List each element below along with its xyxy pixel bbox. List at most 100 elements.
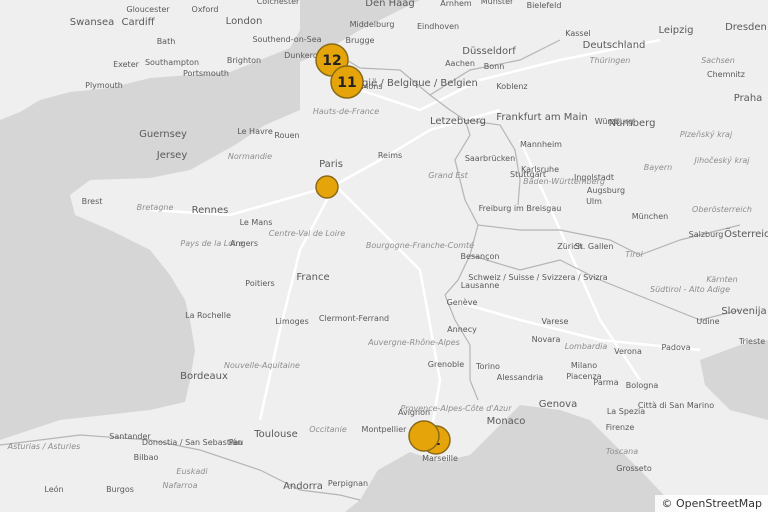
place-label: Plzeňský kraj bbox=[680, 130, 733, 139]
place-label: France bbox=[296, 272, 329, 283]
place-label: London bbox=[226, 16, 263, 27]
place-label: Chemnitz bbox=[707, 70, 745, 79]
place-label: Centre-Val de Loire bbox=[269, 229, 346, 238]
place-label: Baden-Württemberg bbox=[523, 177, 605, 186]
place-label: Gloucester bbox=[126, 5, 170, 14]
place-label: Bordeaux bbox=[180, 371, 228, 382]
place-label: Eindhoven bbox=[417, 22, 459, 31]
place-label: Angers bbox=[230, 239, 258, 248]
place-label: Nürnberg bbox=[609, 118, 656, 129]
place-label: Parma bbox=[593, 378, 618, 387]
place-label: Tirol bbox=[625, 250, 643, 259]
place-label: Padova bbox=[662, 343, 691, 352]
place-label: Clermont-Ferrand bbox=[319, 314, 389, 323]
place-label: Bath bbox=[157, 37, 176, 46]
place-label: Pau bbox=[229, 438, 243, 447]
place-label: Trieste bbox=[738, 337, 765, 346]
place-label: Southend-on-Sea bbox=[252, 35, 321, 44]
place-label: Ulm bbox=[586, 197, 602, 206]
place-label: Brest bbox=[82, 197, 103, 206]
place-label: Exeter bbox=[113, 60, 140, 69]
cluster-marker[interactable]: 11 bbox=[330, 65, 364, 99]
place-label: Grand Est bbox=[428, 171, 468, 180]
place-label: Monaco bbox=[487, 416, 526, 427]
place-label: Middelburg bbox=[350, 20, 395, 29]
place-label: Österreich bbox=[724, 227, 768, 240]
place-label: Salzburg bbox=[689, 230, 724, 239]
place-label: Burgos bbox=[106, 485, 134, 494]
marker-circle bbox=[408, 420, 440, 452]
place-label: Mannheim bbox=[520, 140, 562, 149]
copyright-symbol: © bbox=[661, 497, 673, 510]
place-label: Kassel bbox=[565, 29, 591, 38]
place-label: Provence-Alpes-Côte d'Azur bbox=[400, 403, 512, 413]
place-label: Jihočeský kraj bbox=[693, 155, 751, 165]
place-label: Torino bbox=[475, 362, 500, 371]
place-label: Grosseto bbox=[616, 464, 652, 473]
place-label: Bourgogne-Franche-Comté bbox=[366, 240, 474, 250]
place-label: Leipzig bbox=[658, 25, 693, 36]
place-label: Nouvelle-Aquitaine bbox=[224, 361, 300, 370]
place-label: Swansea bbox=[70, 17, 114, 28]
place-label: Andorra bbox=[283, 481, 323, 492]
place-label: Colchester bbox=[257, 0, 300, 6]
place-label: Perpignan bbox=[328, 479, 368, 488]
place-label: Augsburg bbox=[587, 186, 625, 195]
place-label: Southampton bbox=[145, 58, 199, 67]
place-label: Mons bbox=[361, 82, 382, 91]
place-label: Toscana bbox=[606, 447, 638, 456]
place-label: Toulouse bbox=[253, 429, 297, 440]
place-label: Besançon bbox=[461, 252, 500, 261]
place-label: Udine bbox=[696, 317, 719, 326]
point-marker[interactable] bbox=[315, 175, 339, 199]
place-label: Poitiers bbox=[245, 279, 274, 288]
marker-count: 12 bbox=[322, 53, 341, 69]
place-label: Freiburg im Breisgau bbox=[479, 204, 562, 213]
place-label: Auvergne-Rhône-Alpes bbox=[367, 337, 460, 347]
place-label: Kärnten bbox=[706, 275, 737, 284]
point-marker[interactable] bbox=[408, 420, 440, 452]
place-label: Nafarroa bbox=[163, 481, 198, 490]
place-label: Genève bbox=[447, 297, 478, 307]
place-label: Donostia / San Sebastián bbox=[142, 438, 242, 447]
place-label: Milano bbox=[571, 361, 597, 370]
place-label: Bilbao bbox=[134, 453, 159, 462]
place-label: München bbox=[632, 212, 669, 221]
place-label: Paris bbox=[319, 159, 343, 170]
place-label: Euskadi bbox=[176, 467, 208, 476]
place-label: Portsmouth bbox=[183, 69, 229, 78]
place-label: La Rochelle bbox=[185, 311, 231, 320]
place-label: Montpellier bbox=[362, 425, 408, 434]
place-label: Jersey bbox=[156, 150, 188, 161]
place-label: Le Mans bbox=[240, 218, 273, 227]
place-label: Cardiff bbox=[121, 17, 155, 28]
place-label: Reims bbox=[378, 151, 402, 160]
map-canvas[interactable]: Swansea Cardiff Gloucester Oxford London Colc… bbox=[0, 0, 768, 512]
place-label: Lausanne bbox=[461, 281, 500, 290]
attribution-link[interactable]: OpenStreetMap bbox=[676, 497, 762, 510]
place-label: Lombardia bbox=[565, 342, 608, 351]
place-label: Limoges bbox=[275, 317, 309, 326]
place-label: Bretagne bbox=[137, 203, 174, 212]
place-label: Normandie bbox=[228, 152, 272, 161]
place-label: Den Haag bbox=[365, 0, 415, 9]
place-label: Città di San Marino bbox=[638, 401, 714, 410]
place-label: Genova bbox=[539, 399, 577, 410]
place-label: Rennes bbox=[192, 205, 229, 216]
place-label: Düsseldorf bbox=[462, 46, 516, 57]
place-label: Münster bbox=[481, 0, 514, 6]
place-label: Aachen bbox=[445, 59, 475, 68]
place-label: Slovenija bbox=[721, 306, 766, 317]
place-label: Novara bbox=[532, 335, 561, 344]
place-label: Bologna bbox=[626, 381, 659, 390]
place-label: Bonn bbox=[484, 62, 505, 71]
marker-count: 11 bbox=[337, 75, 356, 91]
place-label: Alessandria bbox=[497, 373, 544, 382]
place-label: Bielefeld bbox=[527, 1, 562, 10]
place-label: Le Havre bbox=[237, 127, 273, 136]
place-label: Oxford bbox=[192, 5, 219, 14]
place-label: Guernsey bbox=[139, 129, 187, 140]
place-label: Thüringen bbox=[590, 56, 631, 65]
place-label: Oberösterreich bbox=[692, 205, 752, 214]
place-label: Varese bbox=[542, 317, 569, 326]
